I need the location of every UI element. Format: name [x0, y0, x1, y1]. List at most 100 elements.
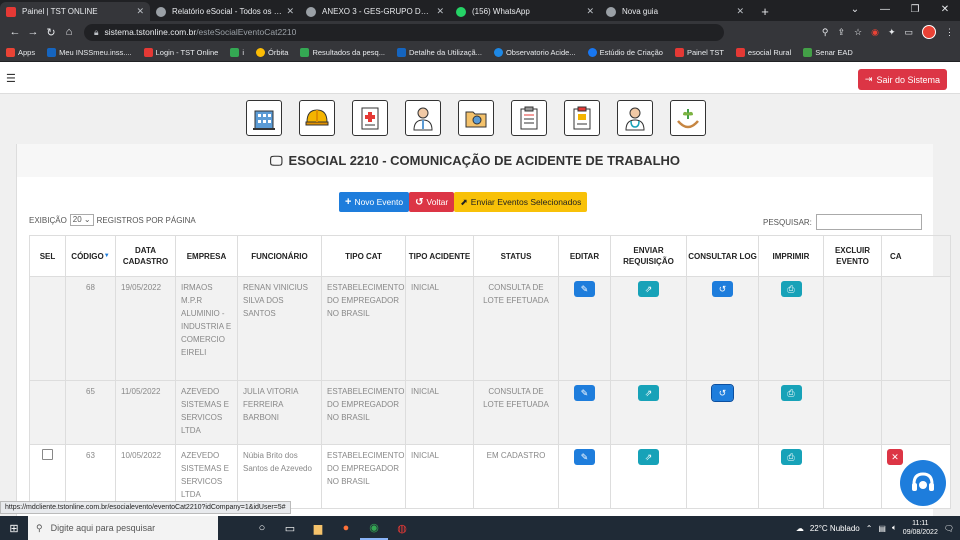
chrome-icon[interactable]: ◉: [360, 516, 388, 540]
task-view-icon[interactable]: ▭: [276, 516, 304, 540]
send-icon[interactable]: ⇗: [638, 449, 659, 465]
back-button[interactable]: ↺ Voltar: [409, 192, 455, 212]
minimize-icon[interactable]: —: [870, 0, 900, 21]
delete-icon[interactable]: ✕: [887, 449, 903, 465]
col-consultar-log[interactable]: CONSULTAR LOG: [686, 235, 759, 277]
bookmark-estudio[interactable]: Estúdio de Criação: [587, 47, 663, 57]
col-codigo[interactable]: CÓDIGO▼: [65, 235, 116, 277]
col-sel[interactable]: SEL: [29, 235, 66, 277]
extension-icon[interactable]: ◉: [871, 27, 879, 38]
bookmark-observatorio[interactable]: Observatorio Acide...: [493, 47, 576, 57]
send-icon[interactable]: ⇗: [638, 281, 659, 297]
helmet-icon[interactable]: [299, 100, 335, 136]
tab-whatsapp[interactable]: (156) WhatsApp ✕: [450, 2, 600, 21]
col-imprimir[interactable]: IMPRIMIR: [758, 235, 824, 277]
history-icon[interactable]: ↺: [712, 281, 733, 297]
row-checkbox[interactable]: [42, 449, 53, 460]
cortana-icon[interactable]: ○: [248, 516, 276, 540]
physician-icon[interactable]: [617, 100, 653, 136]
clipboard-icon[interactable]: [511, 100, 547, 136]
close-icon[interactable]: ✕: [436, 6, 444, 17]
bookmark-resultados[interactable]: Resultados da pesq...: [300, 47, 385, 57]
chevron-up-icon[interactable]: ⌃: [866, 524, 873, 533]
bookmark-detalhe[interactable]: Detalhe da Utilizaçã...: [396, 47, 482, 57]
star-icon[interactable]: ☆: [854, 27, 862, 38]
tab-nova-guia[interactable]: Nova guia ✕: [600, 2, 750, 21]
notification-icon[interactable]: 🗨︎: [944, 524, 954, 533]
bookmark-drive[interactable]: i: [230, 47, 244, 57]
tab-anexo[interactable]: ANEXO 3 - GES-GRUPO DE EXPO✕: [300, 2, 450, 21]
logout-button[interactable]: ⇥ Sair do Sistema: [857, 69, 947, 90]
col-tipo-cat[interactable]: TIPO CAT: [321, 235, 406, 277]
new-event-button[interactable]: + Novo Evento: [339, 192, 410, 212]
bookmark-painel-tst[interactable]: Painel TST: [674, 47, 724, 57]
close-icon[interactable]: ✕: [736, 6, 744, 17]
clock[interactable]: 11:11 09/08/2022: [903, 519, 938, 537]
firefox-icon[interactable]: ●: [332, 516, 360, 540]
close-icon[interactable]: ✕: [586, 6, 594, 17]
col-status[interactable]: STATUS: [473, 235, 559, 277]
profile-avatar[interactable]: [922, 25, 936, 39]
folder-icon[interactable]: [458, 100, 494, 136]
bookmark-senar[interactable]: Senar EAD: [803, 47, 853, 57]
sidebar-icon[interactable]: ▭: [904, 27, 913, 38]
editar-cell: ✎: [558, 276, 611, 381]
weather-text[interactable]: 22°C Nublado: [810, 524, 860, 533]
col-data-cadastro[interactable]: DATA CADASTRO: [115, 235, 176, 277]
hamburger-menu-icon[interactable]: ☰: [6, 72, 16, 85]
page-size-select[interactable]: 20 ⌄: [69, 214, 94, 226]
medical-record-icon[interactable]: [352, 100, 388, 136]
new-tab-button[interactable]: +: [754, 2, 776, 21]
edit-icon[interactable]: ✎: [574, 385, 595, 401]
search-icon[interactable]: ⚲: [822, 27, 829, 38]
puzzle-icon[interactable]: ✦: [888, 27, 896, 38]
send-selected-button[interactable]: ⬈ Enviar Eventos Selecionados: [454, 192, 588, 212]
building-icon[interactable]: [246, 100, 282, 136]
tab-relatorio[interactable]: Relatório eSocial - Todos os Even ✕: [150, 2, 300, 21]
chevron-down-icon[interactable]: ⌄: [840, 0, 870, 21]
home-icon[interactable]: ⌂: [60, 26, 78, 38]
print-icon[interactable]: ⎙: [780, 385, 802, 401]
url-input[interactable]: 🔒︎ sistema.tstonline.com.br/esteSocialEv…: [84, 23, 724, 41]
print-icon[interactable]: ⎙: [780, 281, 802, 297]
empresa-cell: IRMAOS M.P.R ALUMINIO - INDUSTRIA E COME…: [175, 276, 238, 381]
tab-painel[interactable]: Painel | TST ONLINE ✕: [0, 2, 150, 21]
print-icon[interactable]: ⎙: [780, 449, 802, 465]
close-icon[interactable]: ✕: [286, 6, 294, 17]
col-excluir-evento[interactable]: EXCLUIR EVENTO: [823, 235, 882, 277]
close-window-icon[interactable]: ✕: [930, 0, 960, 21]
reload-icon[interactable]: ↻: [42, 26, 60, 39]
share-icon[interactable]: ⇪: [837, 27, 845, 38]
support-chat-button[interactable]: [900, 460, 946, 506]
windows-start-icon[interactable]: ⊞: [0, 522, 28, 535]
maximize-icon[interactable]: ❐: [900, 0, 930, 21]
network-icon[interactable]: ▤: [878, 524, 886, 533]
recorder-icon[interactable]: ◍: [388, 516, 416, 540]
col-ca[interactable]: CA: [881, 235, 951, 277]
search-input[interactable]: [815, 214, 922, 230]
edit-icon[interactable]: ✎: [574, 281, 595, 297]
close-icon[interactable]: ✕: [136, 6, 144, 17]
col-tipo-acidente[interactable]: TIPO ACIDENTE: [405, 235, 474, 277]
send-icon[interactable]: ⇗: [638, 385, 659, 401]
volume-icon[interactable]: 🔈︎: [892, 523, 897, 533]
bookmark-apps[interactable]: Apps: [6, 47, 35, 57]
bookmark-login-tst[interactable]: Login - TST Online: [143, 47, 218, 57]
col-funcionario[interactable]: FUNCIONÁRIO: [237, 235, 322, 277]
history-icon[interactable]: ↺: [711, 384, 734, 402]
file-explorer-icon[interactable]: ▆: [304, 516, 332, 540]
checklist-icon[interactable]: [564, 100, 600, 136]
forward-arrow-icon[interactable]: →: [24, 26, 42, 38]
menu-dots-icon[interactable]: ⋮: [945, 27, 954, 38]
care-hands-icon[interactable]: [670, 100, 706, 136]
doctor-icon[interactable]: [405, 100, 441, 136]
col-empresa[interactable]: EMPRESA: [175, 235, 238, 277]
col-enviar-requisicao[interactable]: ENVIAR REQUISIÇÃO: [610, 235, 687, 277]
col-editar[interactable]: EDITAR: [558, 235, 611, 277]
bookmark-orbita[interactable]: Órbita: [256, 47, 288, 57]
edit-icon[interactable]: ✎: [574, 449, 595, 465]
back-arrow-icon[interactable]: ←: [6, 26, 24, 38]
bookmark-esocial-rural[interactable]: esocial Rural: [735, 47, 791, 57]
bookmark-meu-inss[interactable]: Meu INSSmeu.inss....: [47, 47, 132, 57]
taskbar-search-input[interactable]: ⚲ Digite aqui para pesquisar: [28, 516, 218, 540]
